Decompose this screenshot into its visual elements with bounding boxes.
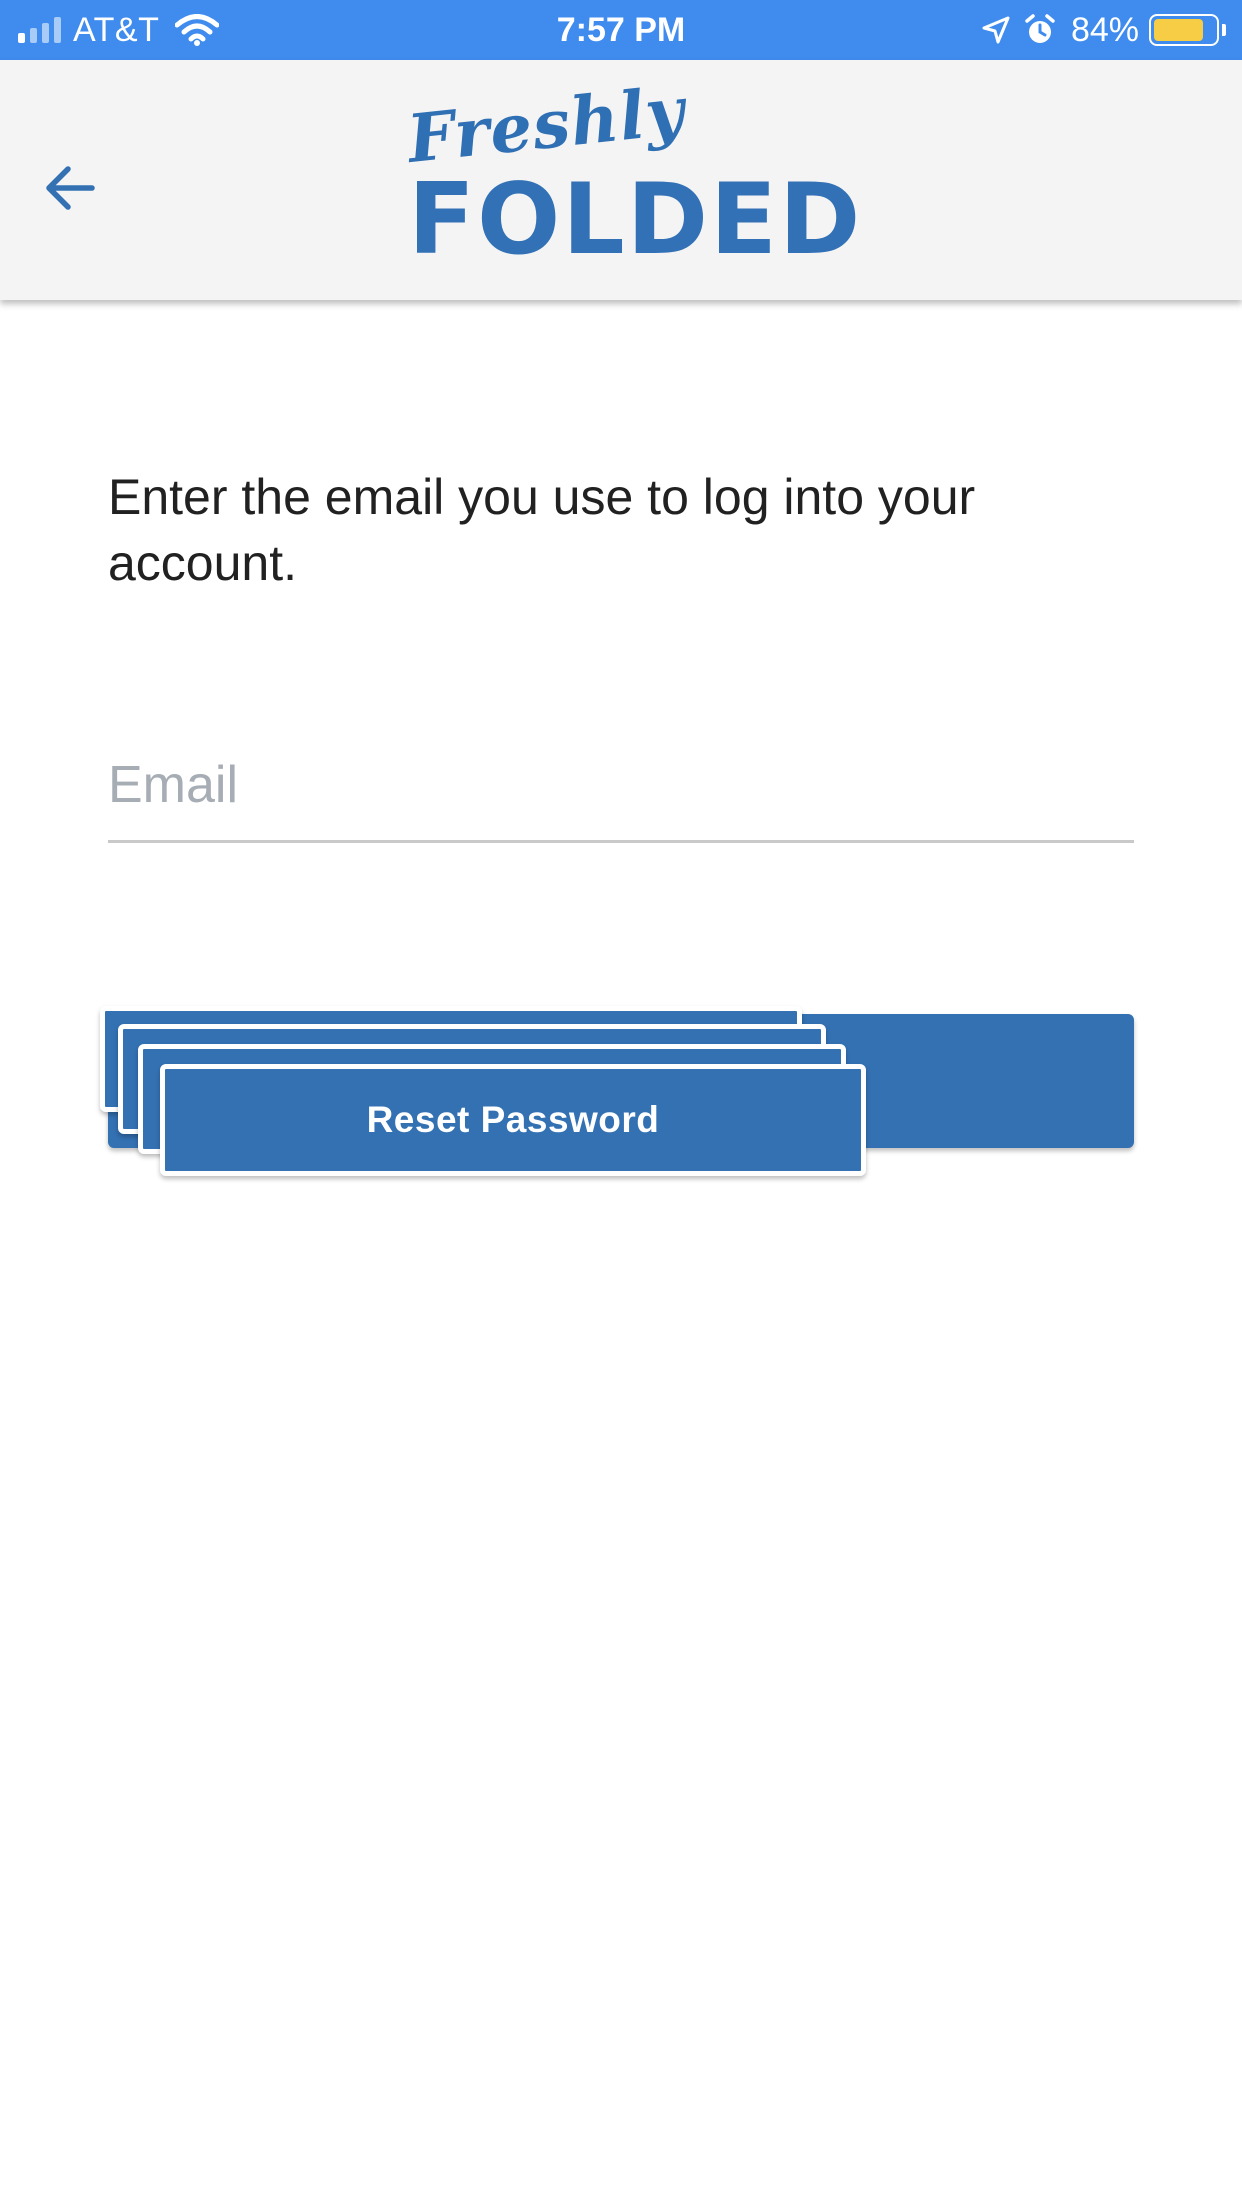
email-field[interactable] <box>108 740 1134 843</box>
email-input[interactable] <box>108 740 1134 830</box>
freshly-folded-logo: Freshly FOLDED <box>404 71 860 270</box>
status-bar: AT&T 7:57 PM 84% <box>0 0 1242 60</box>
battery-tip <box>1222 24 1226 36</box>
logo-word-text: FOLDED <box>408 163 863 277</box>
battery-percent: 84% <box>1070 10 1139 49</box>
reset-password-label: Reset Password <box>366 1099 660 1140</box>
status-bar-right: 84% <box>981 0 1226 60</box>
back-button[interactable] <box>30 148 110 228</box>
instructions-text: Enter the email you use to log into your… <box>108 469 976 591</box>
arrow-left-icon <box>46 166 95 210</box>
alarm-icon <box>1025 14 1055 43</box>
location-arrow-icon <box>982 16 1010 44</box>
battery-icon <box>1149 14 1219 46</box>
app-header: Freshly FOLDED <box>0 60 1242 300</box>
battery-level <box>1154 19 1204 41</box>
reset-password-button[interactable]: Reset Password <box>160 1064 866 1176</box>
logo-script-text: Freshly <box>403 71 689 178</box>
